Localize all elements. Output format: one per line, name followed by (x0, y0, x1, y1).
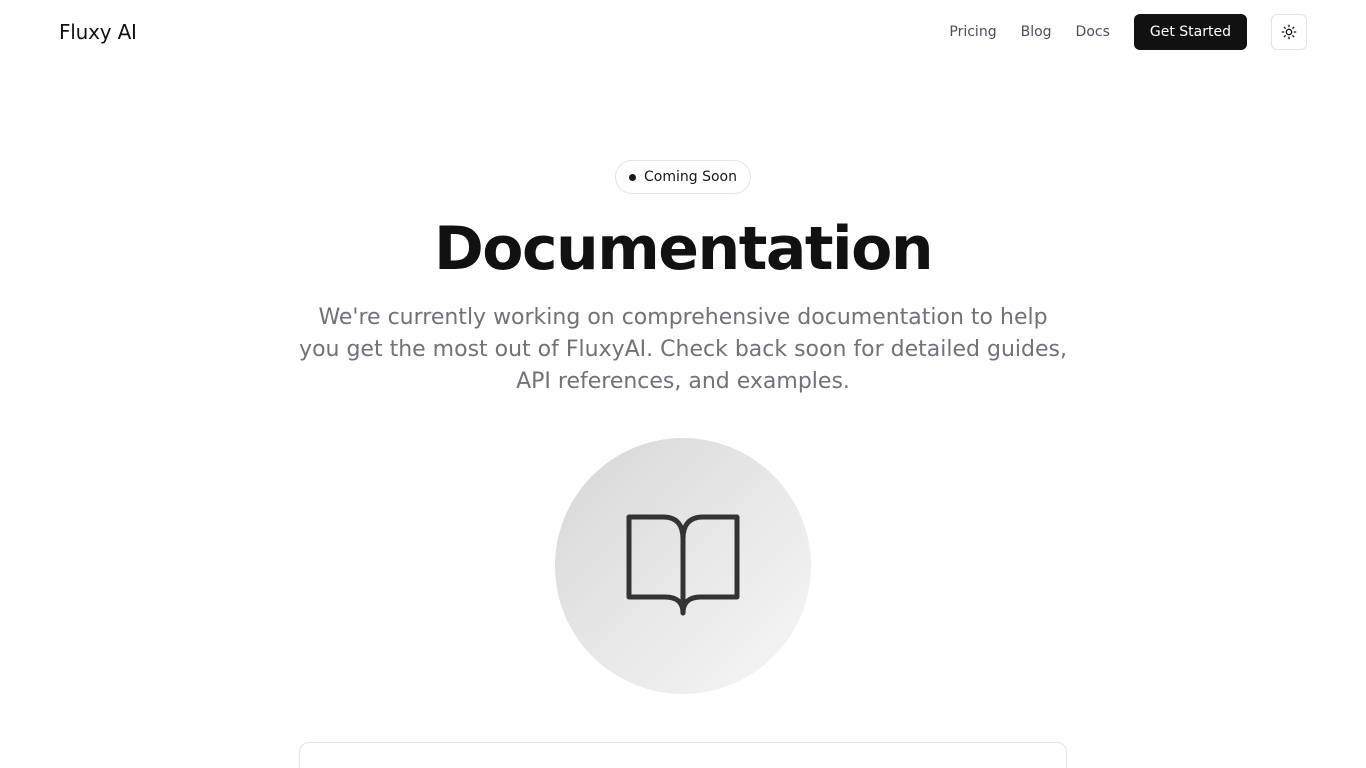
status-badge-label: Coming Soon (644, 169, 737, 185)
page-subtitle: We're currently working on comprehensive… (299, 305, 1067, 394)
get-started-button[interactable]: Get Started (1133, 14, 1247, 50)
nav-link-docs[interactable]: Docs (1076, 14, 1110, 50)
nav-link-pricing[interactable]: Pricing (949, 14, 996, 50)
sun-icon (1281, 24, 1297, 40)
status-dot-icon (629, 173, 637, 181)
brand-logo[interactable]: Fluxy AI (59, 19, 137, 45)
page-title: Documentation (433, 214, 934, 284)
illustration-circle (555, 438, 811, 694)
site-header: Fluxy AI Pricing Blog Docs Get Started (0, 0, 1366, 64)
book-open-icon (626, 514, 740, 616)
info-card (299, 742, 1067, 768)
nav-link-blog[interactable]: Blog (1021, 14, 1052, 50)
status-badge: Coming Soon (615, 160, 751, 194)
theme-toggle-button[interactable] (1271, 14, 1307, 50)
main-nav: Pricing Blog Docs Get Started (949, 14, 1307, 50)
docs-page: Fluxy AI Pricing Blog Docs Get Started C… (0, 0, 1366, 768)
